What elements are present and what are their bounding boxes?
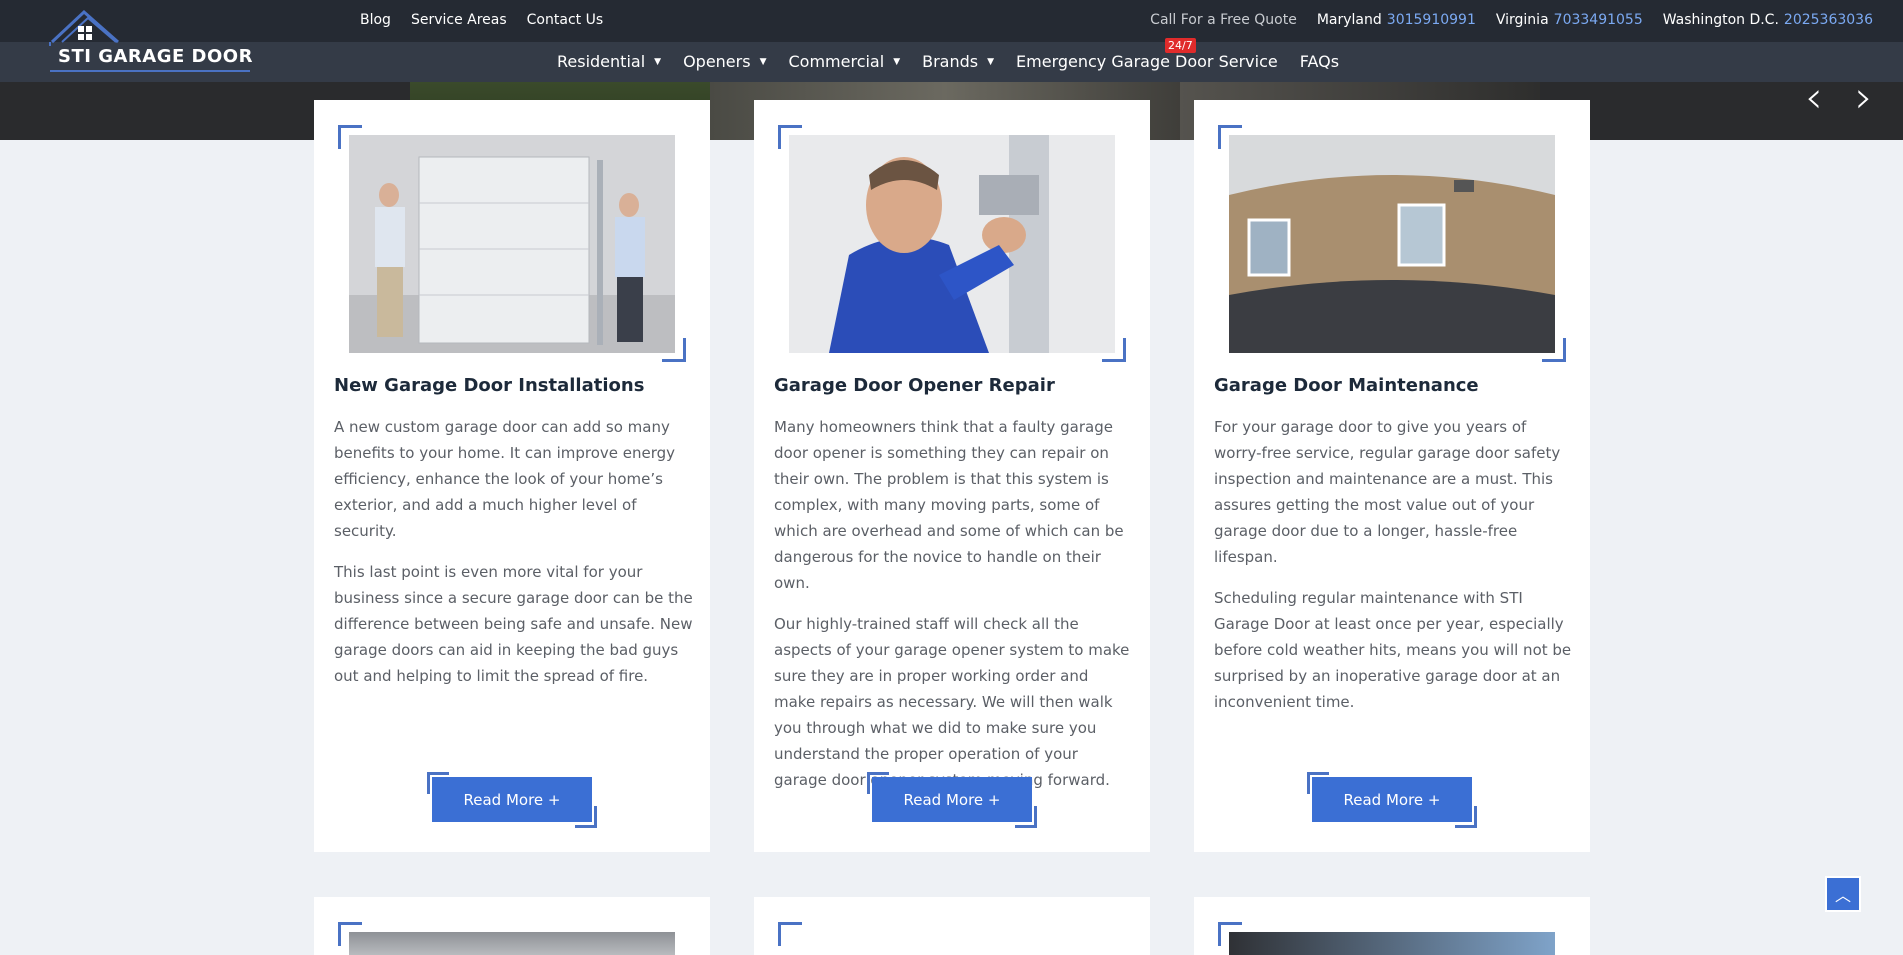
service-card-next-row [1194, 897, 1590, 955]
nav-label: Residential [557, 52, 646, 71]
card-image-maintenance [1229, 135, 1555, 353]
region-maryland: Maryland 3015910991 [1317, 12, 1476, 28]
card-image-installation [349, 135, 675, 353]
region-dc: Washington D.C. 2025363036 [1663, 12, 1873, 28]
slider-next-arrow-icon[interactable]: › [1855, 76, 1873, 120]
brand-name: STI GARAGE DOOR [58, 46, 253, 67]
nav-label: Commercial [788, 52, 885, 71]
card-image-opener-repair [789, 135, 1115, 353]
call-info: Call For a Free Quote Maryland 3015910991… [1150, 12, 1873, 28]
card-paragraph: A new custom garage door can add so many… [334, 418, 676, 540]
service-card-next-row [314, 897, 710, 955]
top-link-contact-us[interactable]: Contact Us [527, 12, 603, 28]
logo-underline [50, 70, 250, 72]
service-card-maintenance: Garage Door Maintenance For your garage … [1194, 100, 1590, 852]
nav-emergency-service[interactable]: Emergency Garage Door Service [1016, 52, 1278, 71]
caret-down-icon: ▼ [893, 56, 901, 67]
top-links: Blog Service Areas Contact Us [360, 12, 603, 28]
read-more-button[interactable]: Read More + [432, 777, 592, 822]
corner-decoration [778, 922, 802, 946]
card-paragraph: For your garage door to give you years o… [1214, 418, 1561, 566]
card-title: New Garage Door Installations [334, 375, 645, 396]
card-body: For your garage door to give you years o… [1214, 414, 1574, 730]
card-paragraph: This last point is even more vital for y… [334, 563, 693, 685]
read-more-wrapper: Read More + [1307, 772, 1477, 828]
house-roof-icon [49, 9, 119, 46]
phone-link-maryland[interactable]: 3015910991 [1387, 12, 1476, 28]
card-title: Garage Door Maintenance [1214, 375, 1479, 396]
read-more-wrapper: Read More + [427, 772, 597, 828]
caret-down-icon: ▼ [654, 56, 662, 67]
service-card-opener-repair: Garage Door Opener Repair Many homeowner… [754, 100, 1150, 852]
card-image [349, 932, 675, 955]
region-name: Virginia [1495, 12, 1549, 28]
main-nav: Residential ▼ Openers ▼ Commercial ▼ Brands… [557, 52, 1361, 71]
nav-faqs[interactable]: FAQs [1300, 52, 1339, 71]
card-image [1229, 932, 1555, 955]
nav-label: FAQs [1299, 52, 1340, 71]
slider-prev-arrow-icon[interactable]: ‹ [1805, 76, 1823, 120]
read-more-button[interactable]: Read More + [1312, 777, 1472, 822]
nav-residential[interactable]: Residential ▼ [557, 52, 661, 71]
scroll-to-top-button[interactable]: ︿ [1825, 876, 1861, 912]
region-virginia: Virginia 7033491055 [1496, 12, 1643, 28]
chevron-up-icon: ︿ [1834, 886, 1851, 905]
card-body: A new custom garage door can add so many… [334, 414, 694, 704]
service-card-next-row [754, 897, 1150, 955]
call-label: Call For a Free Quote [1150, 12, 1297, 28]
region-name: Washington D.C. [1662, 12, 1779, 28]
read-more-button[interactable]: Read More + [872, 777, 1032, 822]
card-paragraph: Many homeowners think that a faulty gara… [774, 418, 1124, 592]
phone-link-dc[interactable]: 2025363036 [1784, 12, 1873, 28]
card-paragraph: Scheduling regular maintenance with STI … [1214, 589, 1572, 711]
top-link-blog[interactable]: Blog [360, 12, 391, 28]
nav-brands[interactable]: Brands ▼ [922, 52, 994, 71]
nav-label: Emergency Garage Door Service [1016, 52, 1278, 71]
read-more-wrapper: Read More + [867, 772, 1037, 828]
phone-link-virginia[interactable]: 7033491055 [1554, 12, 1643, 28]
top-link-service-areas[interactable]: Service Areas [411, 12, 507, 28]
service-card-installations: New Garage Door Installations A new cust… [314, 100, 710, 852]
caret-down-icon: ▼ [759, 56, 767, 67]
nav-label: Openers [683, 52, 751, 71]
brand-logo[interactable]: STI GARAGE DOOR [48, 8, 253, 72]
nav-openers[interactable]: Openers ▼ [683, 52, 766, 71]
caret-down-icon: ▼ [987, 56, 995, 67]
region-name: Maryland [1316, 12, 1382, 28]
card-title: Garage Door Opener Repair [774, 375, 1055, 396]
nav-label: Brands [922, 52, 979, 71]
card-paragraph: Our highly-trained staff will check all … [774, 615, 1130, 789]
card-body: Many homeowners think that a faulty gara… [774, 414, 1134, 808]
badge-24-7: 24/7 [1165, 38, 1196, 53]
nav-commercial[interactable]: Commercial ▼ [788, 52, 900, 71]
